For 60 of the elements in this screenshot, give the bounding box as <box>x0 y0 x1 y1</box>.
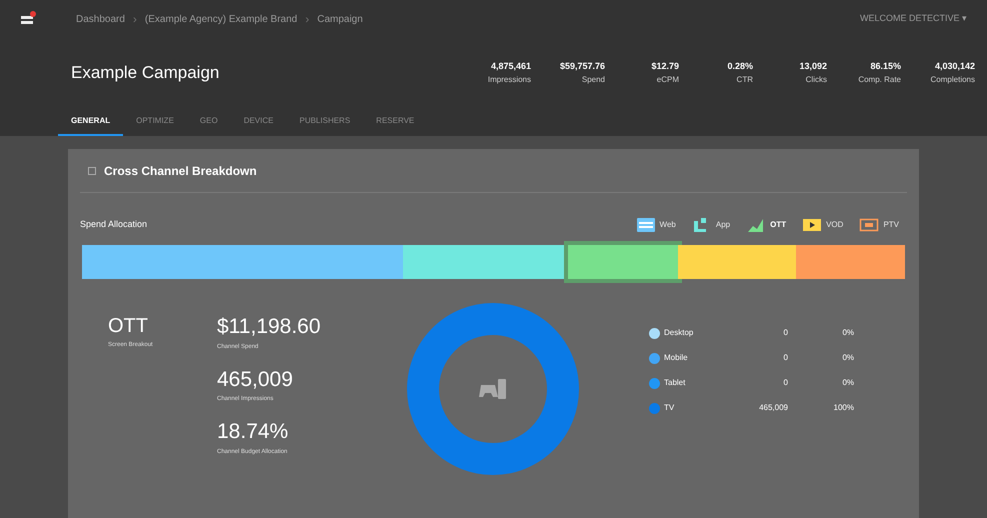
device-count: 465,009 <box>758 402 788 414</box>
tab[interactable]: OPTIMIZE <box>123 108 187 136</box>
breadcrumb-separator: › <box>305 11 310 28</box>
legend-item[interactable]: VOD <box>802 217 844 233</box>
metric-label: Clicks <box>806 74 827 86</box>
device-percent: 0% <box>841 327 854 339</box>
tab[interactable]: DEVICE <box>230 108 286 136</box>
legend-item[interactable]: OTT <box>746 217 786 233</box>
logo-icon <box>20 11 36 27</box>
device-percent: 0% <box>841 352 854 364</box>
device-name: TV <box>664 402 676 414</box>
section-label: Spend Allocation <box>80 218 148 232</box>
metric-label: Impressions <box>488 74 531 86</box>
device-name: Mobile <box>664 352 689 364</box>
metric-value: 86.15% <box>870 60 901 74</box>
metric-label: CTR <box>736 74 753 86</box>
metric-value: 4,875,461 <box>490 60 531 74</box>
device-percent: 0% <box>841 377 854 389</box>
card-title: Cross Channel Breakdown <box>104 162 257 180</box>
device-count: 0 <box>782 352 788 364</box>
breadcrumb-link[interactable]: Dashboard <box>76 12 125 26</box>
metric-label: Spend <box>582 74 605 86</box>
tab[interactable]: GENERAL <box>58 108 124 136</box>
stat-value: $11,198.60 <box>217 314 322 340</box>
ptv-icon <box>859 217 880 233</box>
device-percent: 100% <box>832 402 854 414</box>
allocation-segment[interactable] <box>678 245 796 279</box>
stat-value: 18.74% <box>217 419 290 445</box>
metric-value: 4,030,142 <box>934 60 975 74</box>
metric-value: 13,092 <box>799 60 827 74</box>
breadcrumb-separator: › <box>132 11 137 28</box>
metric-label: Comp. Rate <box>858 74 901 86</box>
device-name: Tablet <box>664 377 686 389</box>
allocation-segment[interactable] <box>82 245 403 279</box>
breadcrumb-link[interactable]: Campaign <box>317 12 363 26</box>
game-controller-icon <box>479 377 507 401</box>
tab[interactable]: PUBLISHERS <box>286 108 364 136</box>
web-icon <box>636 217 656 233</box>
allocation-segment[interactable] <box>796 245 905 279</box>
legend-item[interactable]: App <box>692 217 730 233</box>
metric-label: Completions <box>930 74 975 86</box>
stat-value: 465,009 <box>217 366 294 392</box>
user-menu[interactable]: WELCOME DETECTIVE ▾ <box>860 12 967 26</box>
device-name: Desktop <box>664 327 694 339</box>
legend-item[interactable]: Web <box>636 217 676 233</box>
metric-value: 0.28% <box>727 60 753 74</box>
device-count: 0 <box>782 327 788 339</box>
vod-icon <box>802 217 822 233</box>
allocation-segment[interactable] <box>568 245 678 279</box>
page-title: Example Campaign <box>71 62 220 84</box>
legend-item[interactable]: PTV <box>859 217 899 233</box>
tab[interactable]: RESERVE <box>363 108 428 136</box>
metric-value: $12.79 <box>651 60 679 74</box>
device-count: 0 <box>782 377 788 389</box>
breadcrumb-link[interactable]: (Example Agency) Example Brand <box>144 12 298 26</box>
metric-label: eCPM <box>656 74 679 86</box>
tab[interactable]: GEO <box>186 108 231 136</box>
grid-icon <box>88 166 96 174</box>
channel-name: OTT <box>108 314 149 339</box>
metric-value: $59,757.76 <box>560 60 605 74</box>
